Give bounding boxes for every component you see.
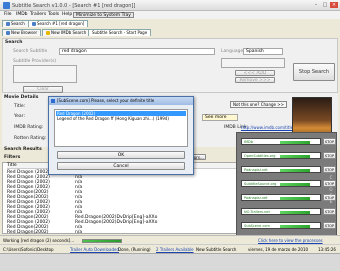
search-panel: Search Search Subtitle red dragon Subtit… bbox=[2, 38, 338, 93]
dialog-icon bbox=[51, 99, 55, 103]
close-panel-button[interactable]: C L O S E bbox=[327, 175, 335, 205]
window-title: Subtitle Search v1.0.0 - [Search #1 [red… bbox=[12, 3, 136, 9]
provider-progress bbox=[280, 141, 310, 144]
filters-label: Filters bbox=[4, 155, 21, 160]
change-title-button[interactable]: Not this one? Change >> bbox=[230, 101, 287, 108]
imdb-link[interactable]: http://www.imdb.com/title/tt02... bbox=[241, 125, 306, 130]
provider-progress bbox=[280, 183, 310, 186]
tab-new-browser[interactable]: New Browser bbox=[2, 29, 42, 36]
menu-tools[interactable]: Tools bbox=[46, 12, 61, 17]
done-status: Done, (Running) bbox=[118, 247, 151, 252]
select-title-dialog: [SubScene.com] Please, select your defin… bbox=[48, 96, 194, 175]
provider-label: Subtitle Provider(s) bbox=[13, 59, 57, 64]
progress-bar bbox=[82, 239, 122, 243]
browser-tabs: New Browser New IMDb Search Subtitle Sea… bbox=[0, 28, 340, 37]
new-search-link[interactable]: New Subtitle Search bbox=[196, 247, 236, 252]
provider-stop-button[interactable]: STOP bbox=[323, 138, 336, 145]
provider-stop-button[interactable]: STOP bbox=[323, 166, 336, 173]
provider-name: Podnapisi.net bbox=[244, 196, 268, 200]
app-icon bbox=[3, 2, 10, 9]
search-subtitle-input[interactable]: red dragon bbox=[59, 48, 215, 55]
search-icon bbox=[6, 21, 10, 26]
imdb-rating-label: IMDB Rating: bbox=[14, 125, 44, 130]
search-subtitle-label: Search Subtitle bbox=[13, 49, 48, 54]
imdb-icon bbox=[46, 30, 50, 35]
tab-new-imdb[interactable]: New IMDb Search bbox=[42, 29, 91, 36]
provider-name: NO-Trailers.net bbox=[244, 210, 270, 214]
provider-list[interactable] bbox=[13, 65, 77, 83]
menu-file[interactable]: File bbox=[2, 12, 14, 17]
movie-details-heading: Movie Details bbox=[4, 95, 39, 100]
tab-search[interactable]: Search bbox=[2, 20, 29, 27]
language-label: Language bbox=[221, 49, 244, 54]
dialog-title: [SubScene.com] Please, select your defin… bbox=[49, 97, 193, 105]
search-heading: Search bbox=[5, 40, 23, 45]
rotten-rating-label: Rotten Rating: bbox=[14, 136, 47, 141]
menu-bar: File IMDb Trailers Tools Help Minimize t… bbox=[0, 11, 340, 19]
dialog-cancel-button[interactable]: Cancel bbox=[57, 162, 185, 170]
tab-search-1[interactable]: Search #1 [red dragon] bbox=[28, 20, 89, 27]
provider-item: SubScene.com bbox=[241, 222, 321, 229]
provider-item: Podnapisi.net bbox=[241, 194, 321, 201]
provider-stop-button[interactable]: STOP bbox=[323, 222, 336, 229]
dialog-ok-button[interactable]: OK bbox=[57, 151, 185, 159]
path-status: C:\Users\Sofonic\Desktop bbox=[3, 247, 54, 252]
title-label: Title: bbox=[14, 104, 26, 109]
provider-name: SubScene.com bbox=[244, 224, 270, 228]
tab-start-page[interactable]: Subtitle Search - Start Page bbox=[88, 29, 152, 36]
provider-name: IMDb bbox=[244, 140, 253, 144]
provider-progress bbox=[280, 155, 310, 158]
provider-progress bbox=[280, 169, 310, 172]
provider-name: PodnapisI.net bbox=[244, 168, 268, 172]
provider-progress bbox=[280, 225, 310, 228]
time-status: 13:45:26 bbox=[318, 247, 336, 252]
language-list[interactable] bbox=[221, 58, 285, 68]
add-button[interactable]: <<< ADD bbox=[235, 70, 275, 76]
bottom-status-bar: C:\Users\Sofonic\Desktop Trailer Auto Do… bbox=[0, 244, 340, 253]
provider-progress bbox=[280, 211, 310, 214]
close-icon[interactable]: × bbox=[330, 2, 338, 8]
clear-button[interactable]: Clear bbox=[23, 86, 63, 93]
taskbar bbox=[0, 253, 340, 271]
view-processes-link[interactable]: Click here to view the processes bbox=[258, 238, 323, 243]
provider-name: OpenSubtitles.org bbox=[244, 154, 276, 158]
title-bar: Subtitle Search v1.0.0 - [Search #1 [red… bbox=[0, 0, 340, 11]
dialog-title-list[interactable]: Red Dragon (2002) Legend of the Red Drag… bbox=[54, 109, 188, 147]
provider-item: PodnapisI.net bbox=[241, 166, 321, 173]
title-column[interactable]: Title bbox=[7, 163, 17, 168]
provider-item: IMDb bbox=[241, 138, 321, 145]
results-heading: Search Results bbox=[4, 147, 42, 152]
status-bar: Working [red dragon (2) seconds]... Clic… bbox=[0, 235, 340, 244]
dialog-item[interactable]: Legend of the Red Dragon ff (Hong Kiguan… bbox=[56, 116, 186, 121]
maximize-icon[interactable]: □ bbox=[321, 2, 329, 8]
year-label: Year: bbox=[14, 114, 25, 119]
provider-name: SubtitleSource.org bbox=[244, 182, 277, 186]
language-select[interactable]: Spanish bbox=[243, 48, 283, 55]
minimize-icon[interactable]: – bbox=[312, 2, 320, 8]
trailers-available-link[interactable]: 2 Trailers Available bbox=[156, 247, 194, 252]
stop-search-button[interactable]: Stop Search bbox=[293, 63, 335, 81]
provider-progress bbox=[280, 197, 310, 200]
provider-stop-button[interactable]: STOP bbox=[323, 208, 336, 215]
magnifier-icon bbox=[32, 21, 36, 26]
date-status: viernes, 19 de marzo de 2010 bbox=[248, 247, 309, 252]
see-more-link[interactable]: See more bbox=[202, 114, 238, 121]
working-status: Working [red dragon (2) seconds]... bbox=[3, 238, 75, 243]
globe-icon bbox=[6, 30, 10, 35]
providers-panel: IMDb STOP OpenSubtitles.org STOP PodnapisI.n… bbox=[236, 132, 337, 236]
search-tabs: Search Search #1 [red dragon] bbox=[0, 19, 340, 28]
minimize-to-tray-button[interactable]: Minimize to System Tray bbox=[73, 12, 134, 18]
provider-item: OpenSubtitles.org bbox=[241, 152, 321, 159]
provider-item: NO-Trailers.net bbox=[241, 208, 321, 215]
provider-item: SubtitleSource.org bbox=[241, 180, 321, 187]
remove-button[interactable]: Remove >>> bbox=[235, 77, 275, 83]
trailer-status[interactable]: Trailer Auto Downloaded bbox=[70, 247, 119, 252]
provider-stop-button[interactable]: STOP bbox=[323, 152, 336, 159]
